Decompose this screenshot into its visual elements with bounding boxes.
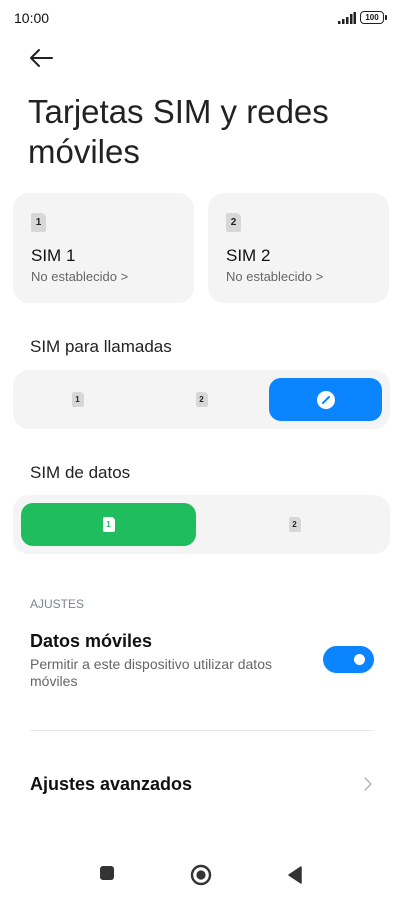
chevron-right-icon — [364, 777, 372, 791]
toggle-knob — [354, 654, 365, 665]
auto-select-icon — [316, 390, 335, 409]
data-sim-option-2[interactable]: 2 — [207, 503, 382, 546]
status-bar: 10:00 100 — [0, 0, 403, 36]
sim-status: No establecido > — [226, 269, 324, 284]
sim-status: No establecido > — [31, 269, 129, 284]
calls-sim-option-2[interactable]: 2 — [145, 378, 258, 421]
sim-chip-icon: 2 — [226, 213, 241, 232]
sim-chip-icon: 1 — [102, 516, 115, 532]
mobile-data-toggle[interactable] — [323, 646, 374, 673]
data-sim-option-1[interactable]: 1 — [21, 503, 196, 546]
calls-sim-option-auto[interactable] — [269, 378, 382, 421]
square-recents-icon[interactable] — [98, 864, 116, 882]
sim-name: SIM 1 — [31, 246, 76, 265]
settings-section-header: AJUSTES — [30, 597, 85, 611]
mobile-data-description: Permitir a este dispositivo utilizar dat… — [30, 656, 272, 689]
sim-card-2[interactable]: 2 SIM 2 No establecido > — [208, 193, 389, 303]
data-sim-selector: 1 2 — [13, 495, 390, 554]
sim-card-1[interactable]: 1 SIM 1 No establecido > — [13, 193, 194, 303]
sim-chip-icon: 2 — [288, 516, 301, 532]
sim-chip-icon: 1 — [31, 213, 46, 232]
sim-chip-icon: 2 — [195, 391, 208, 407]
calls-sim-label: SIM para llamadas — [30, 337, 172, 356]
sim-chip-icon: 1 — [71, 391, 84, 407]
triangle-back-icon[interactable] — [287, 865, 303, 885]
advanced-settings-label: Ajustes avanzados — [30, 774, 193, 794]
advanced-settings-row[interactable]: Ajustes avanzados — [0, 752, 403, 816]
battery-icon: 100 — [360, 11, 387, 24]
page-title: Tarjetas SIM y redes móviles — [28, 93, 329, 170]
arrow-left-icon[interactable] — [27, 46, 55, 70]
status-time: 10:00 — [14, 10, 50, 26]
navigation-bar — [0, 850, 403, 900]
calls-sim-selector: 1 2 — [13, 370, 390, 429]
signal-icon — [338, 12, 356, 24]
divider — [30, 730, 374, 731]
sim-name: SIM 2 — [226, 246, 271, 265]
circle-home-icon[interactable] — [190, 864, 212, 886]
mobile-data-title: Datos móviles — [30, 631, 153, 651]
calls-sim-option-1[interactable]: 1 — [21, 378, 134, 421]
data-sim-label: SIM de datos — [30, 463, 131, 482]
